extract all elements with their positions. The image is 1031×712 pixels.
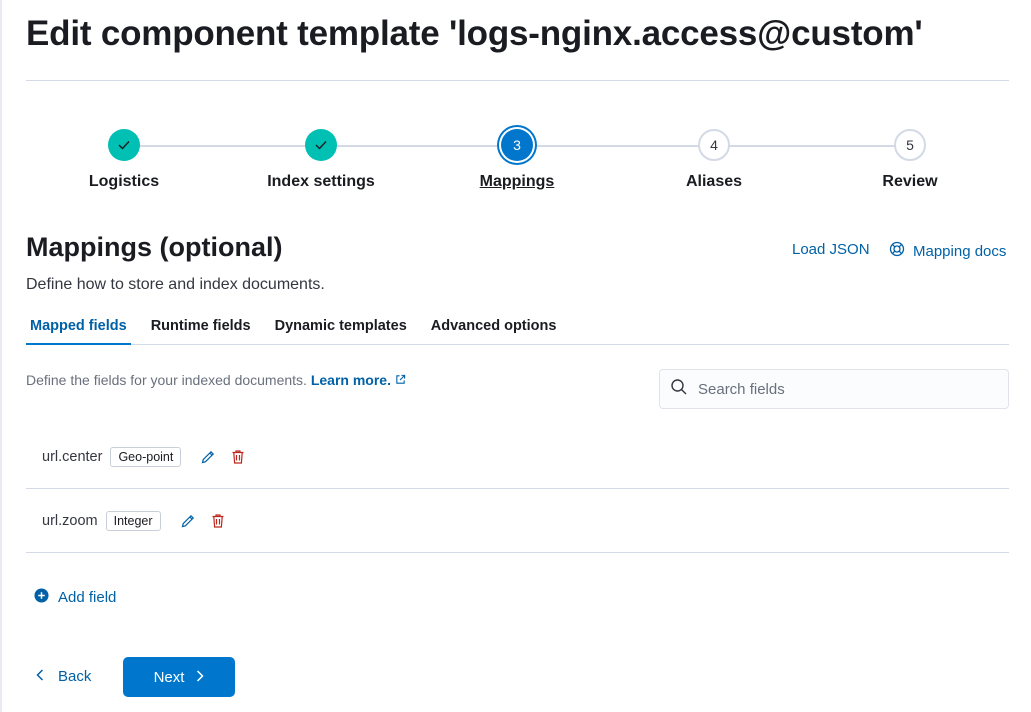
mapping-docs-link[interactable]: Mapping docs: [889, 241, 1006, 261]
section-description: Define how to store and index documents.: [26, 276, 325, 293]
external-link-icon: [395, 372, 406, 388]
field-name: url.center: [42, 448, 103, 465]
tab-runtime-fields[interactable]: Runtime fields: [147, 312, 255, 345]
delete-field-trash-icon[interactable]: [209, 512, 227, 530]
back-label: Back: [58, 668, 92, 685]
left-border: [0, 0, 2, 712]
step-index-settings[interactable]: Index settings: [221, 129, 421, 191]
step-number: 4: [698, 129, 730, 161]
section-title: Mappings (optional): [26, 232, 283, 262]
edit-field-pencil-icon[interactable]: [179, 512, 197, 530]
step-label: Logistics: [88, 173, 160, 190]
step-aliases[interactable]: 4 Aliases: [614, 129, 814, 191]
mappings-tabs: Mapped fields Runtime fields Dynamic tem…: [26, 312, 1009, 345]
step-mappings[interactable]: 3 Mappings: [417, 129, 617, 191]
add-field-button[interactable]: Add field: [34, 588, 116, 607]
search-fields: [659, 369, 1009, 409]
step-review[interactable]: 5 Review: [810, 129, 1010, 191]
tab-dynamic-templates[interactable]: Dynamic templates: [271, 312, 411, 345]
fields-description: Define the fields for your indexed docum…: [26, 372, 406, 388]
page-title: Edit component template 'logs-nginx.acce…: [26, 14, 923, 53]
field-name: url.zoom: [42, 512, 98, 529]
step-label: Index settings: [267, 173, 375, 190]
fields-description-text: Define the fields for your indexed docum…: [26, 372, 307, 388]
step-complete-check-icon: [305, 129, 337, 161]
next-label: Next: [153, 668, 185, 686]
search-input[interactable]: [698, 380, 998, 398]
chevron-right-icon: [196, 669, 204, 686]
chevron-left-icon: [36, 668, 44, 685]
next-button[interactable]: Next: [123, 657, 235, 697]
field-type-badge: Geo-point: [110, 446, 182, 467]
mapping-docs-label: Mapping docs: [913, 242, 1007, 260]
step-number: 5: [894, 129, 926, 161]
edit-field-pencil-icon[interactable]: [199, 448, 217, 466]
title-divider: [26, 80, 1009, 81]
tab-mapped-fields[interactable]: Mapped fields: [26, 312, 131, 345]
search-icon: [670, 378, 688, 401]
learn-more-link[interactable]: Learn more.: [311, 372, 406, 388]
plus-in-circle-icon: [34, 588, 49, 607]
delete-field-trash-icon[interactable]: [229, 448, 247, 466]
step-label: Aliases: [685, 173, 743, 190]
step-label: Mappings: [479, 173, 555, 190]
step-label: Review: [882, 173, 938, 190]
field-type-badge: Integer: [105, 510, 161, 531]
field-row-url-center: url.center Geo-point: [26, 425, 1009, 489]
learn-more-label: Learn more.: [310, 372, 391, 388]
tab-advanced-options[interactable]: Advanced options: [427, 312, 561, 345]
help-lifebuoy-icon: [889, 241, 905, 261]
back-button[interactable]: Back: [36, 668, 91, 685]
step-logistics[interactable]: Logistics: [24, 129, 224, 191]
step-number: 3: [501, 129, 533, 161]
field-row-url-zoom: url.zoom Integer: [26, 489, 1009, 553]
step-complete-check-icon: [108, 129, 140, 161]
load-json-link[interactable]: Load JSON: [792, 241, 870, 258]
add-field-label: Add field: [58, 589, 117, 606]
